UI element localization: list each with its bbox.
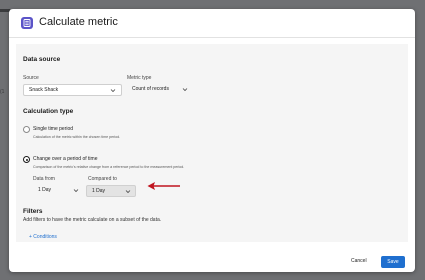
dialog-header: Calculate metric [9, 9, 415, 38]
dialog-footer: Cancel Save [9, 245, 415, 272]
source-value: Snack Shack [29, 87, 59, 93]
metric-type-label: Metric type [127, 75, 152, 81]
background-fragment: (1 [0, 89, 5, 95]
calculate-metric-dialog: Calculate metric Data source Source Snac… [9, 9, 415, 272]
cancel-button[interactable]: Cancel [351, 258, 367, 264]
data-from-label: Data from [33, 176, 55, 182]
single-time-period-description: Calculation of the metric within the cho… [33, 135, 121, 139]
chevron-down-icon [73, 189, 79, 193]
filters-heading: Filters [23, 208, 43, 215]
metric-type-select[interactable]: Count of records [127, 84, 189, 96]
source-select[interactable]: Snack Shack [23, 84, 122, 96]
source-label: Source [23, 75, 39, 81]
add-conditions-link[interactable]: + Conditions [29, 234, 57, 240]
change-over-time-label: Change over a period of time [33, 156, 98, 162]
dialog-title: Calculate metric [39, 16, 118, 28]
calculator-icon [21, 17, 33, 29]
single-time-period-label: Single time period [33, 126, 74, 132]
change-over-time-description: Comparison of the metric's relative chan… [33, 165, 185, 169]
save-button[interactable]: Save [381, 256, 405, 268]
chevron-down-icon [110, 89, 116, 93]
data-from-value: 1 Day [38, 187, 52, 193]
dialog-body: Data source Source Snack Shack Metric ty… [16, 44, 408, 242]
chevron-down-icon [182, 88, 188, 92]
red-arrow-icon [147, 182, 180, 190]
data-from-select[interactable]: 1 Day [33, 185, 81, 197]
filters-description: Add filters to have the metric calculate… [23, 217, 162, 223]
single-time-period-radio[interactable] [23, 126, 30, 133]
chevron-down-icon [125, 190, 131, 194]
compared-to-label: Compared to [88, 176, 117, 182]
metric-type-value: Count of records [132, 86, 169, 92]
change-over-time-radio[interactable] [23, 156, 30, 163]
data-source-heading: Data source [23, 56, 61, 63]
calculation-type-heading: Calculation type [23, 108, 74, 115]
compared-to-value: 1 Day [92, 188, 106, 194]
compared-to-select[interactable]: 1 Day [86, 185, 136, 197]
